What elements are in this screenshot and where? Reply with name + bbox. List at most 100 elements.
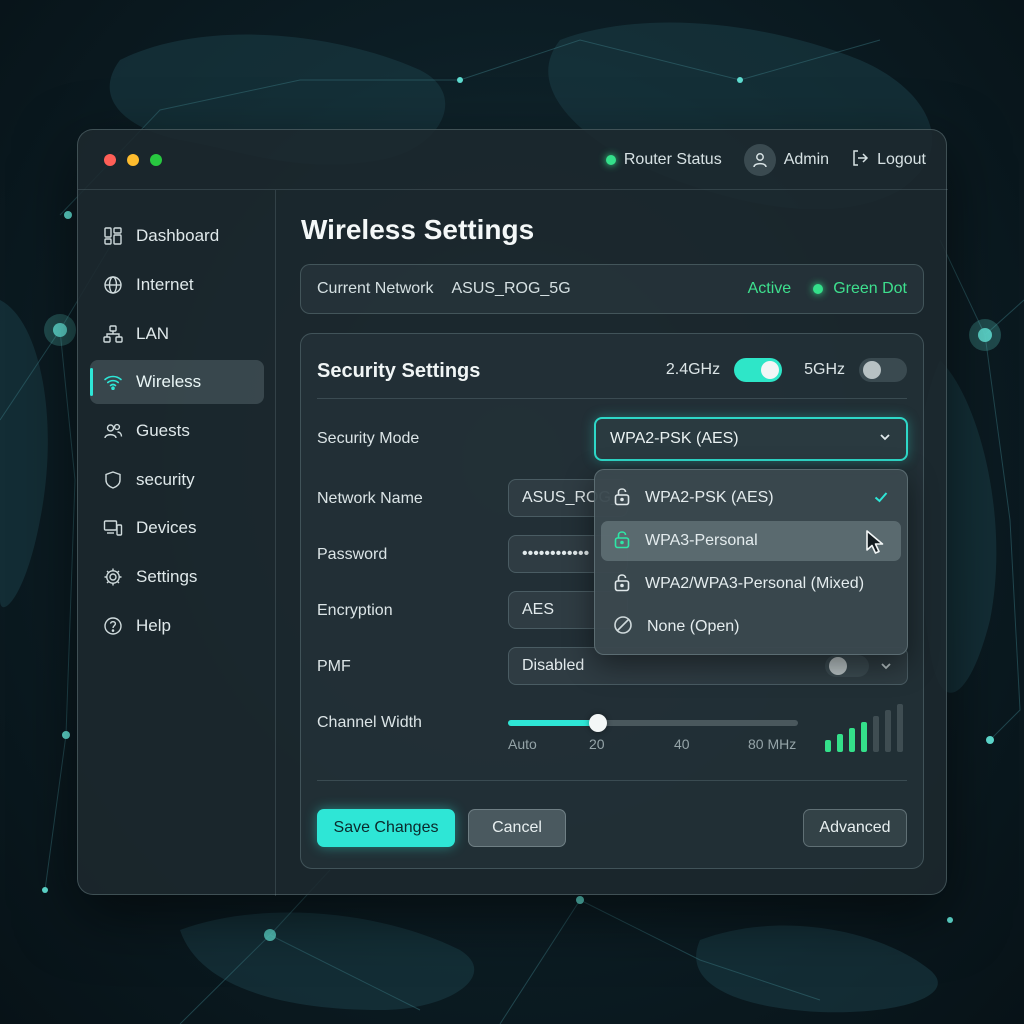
dropdown-option-wpa2-wpa3-mixed[interactable]: WPA2/WPA3-Personal (Mixed): [601, 564, 901, 604]
window-controls: [104, 154, 162, 166]
security-settings-title: Security Settings: [317, 360, 481, 382]
help-icon: [102, 615, 124, 637]
advanced-button[interactable]: Advanced: [803, 809, 907, 847]
no-entry-icon: [613, 615, 633, 640]
slider-tick-label: Auto: [508, 736, 537, 752]
channel-width-slider[interactable]: [508, 714, 798, 732]
encryption-value: AES: [522, 601, 555, 618]
sidebar-item-label: Wireless: [136, 372, 202, 391]
sidebar-nav: Dashboard Internet LAN Wireless Guests s…: [78, 190, 276, 896]
chevron-down-icon: [878, 430, 892, 449]
sidebar-item-devices[interactable]: Devices: [90, 506, 264, 550]
network-indicator-text: Green Dot: [833, 280, 907, 297]
dropdown-option-label: WPA3-Personal: [645, 532, 758, 549]
close-window-button[interactable]: [104, 154, 116, 166]
signal-bar: [825, 740, 831, 752]
guests-icon: [102, 420, 124, 442]
lock-icon: [613, 529, 631, 554]
window-titlebar: Router Status Admin Logout: [78, 130, 948, 190]
sidebar-item-wireless[interactable]: Wireless: [90, 360, 264, 404]
security-mode-value: WPA2-PSK (AES): [610, 430, 739, 447]
slider-tick-label: 80 MHz: [748, 736, 797, 752]
signal-bar: [873, 716, 879, 752]
user-icon: [743, 144, 776, 176]
save-changes-button[interactable]: Save Changes: [317, 809, 455, 847]
pmf-label: PMF: [317, 658, 351, 675]
band-5-label: 5GHz: [804, 361, 845, 378]
sidebar-item-settings[interactable]: Settings: [90, 555, 264, 599]
current-network-label: Current Network: [317, 280, 434, 297]
sidebar-item-label: security: [136, 470, 195, 489]
sidebar-item-security[interactable]: security: [90, 458, 264, 502]
sidebar-item-label: Guests: [136, 421, 190, 440]
logout-button[interactable]: Logout: [851, 149, 926, 172]
router-admin-window: Router Status Admin Logout Dashboard Int…: [77, 129, 948, 896]
header-actions: Router Status Admin Logout: [605, 144, 926, 176]
admin-label: Admin: [783, 151, 830, 168]
dropdown-option-label: None (Open): [647, 618, 740, 635]
lock-icon: [613, 572, 631, 597]
minimize-window-button[interactable]: [127, 154, 139, 166]
signal-strength-icon: [825, 704, 903, 752]
signal-bar: [861, 722, 867, 752]
security-settings-card: Security Settings 2.4GHz 5GHz Security M…: [300, 333, 924, 869]
dropdown-option-wpa3-personal[interactable]: WPA3-Personal: [601, 521, 901, 561]
status-dot-icon: [813, 284, 824, 294]
band-5-toggle[interactable]: [859, 358, 907, 382]
signal-bar: [897, 704, 903, 752]
pmf-value: Disabled: [522, 657, 585, 674]
security-mode-select[interactable]: WPA2-PSK (AES): [594, 417, 908, 461]
toggle-knob: [829, 657, 847, 675]
sidebar-item-lan[interactable]: LAN: [90, 312, 264, 356]
logout-icon: [851, 149, 869, 172]
slider-thumb[interactable]: [589, 714, 607, 732]
band-24-toggle[interactable]: [734, 358, 783, 382]
dropdown-option-wpa2-psk[interactable]: WPA2-PSK (AES): [601, 478, 901, 518]
signal-bar: [885, 710, 891, 752]
sidebar-item-label: Settings: [136, 567, 198, 586]
sidebar-item-label: Internet: [136, 275, 194, 294]
check-icon: [873, 489, 889, 510]
sidebar-item-label: Devices: [136, 518, 197, 537]
pmf-toggle[interactable]: [825, 655, 869, 677]
signal-bar: [837, 734, 843, 752]
signal-bar: [849, 728, 855, 752]
dropdown-option-label: WPA2/WPA3-Personal (Mixed): [645, 575, 865, 592]
slider-tick-label: 20: [589, 736, 605, 752]
network-name-label: Network Name: [317, 490, 423, 507]
cancel-button[interactable]: Cancel: [468, 809, 566, 847]
toggle-knob: [863, 361, 881, 379]
dropdown-option-none-open[interactable]: None (Open): [601, 607, 901, 647]
sidebar-item-help[interactable]: Help: [90, 604, 264, 648]
sidebar-item-internet[interactable]: Internet: [90, 263, 264, 307]
network-status-text: Active: [747, 280, 792, 297]
password-value: ••••••••••••: [522, 545, 590, 562]
router-status-link[interactable]: Router Status: [605, 151, 722, 169]
band-24-label: 2.4GHz: [665, 361, 721, 378]
admin-menu[interactable]: Admin: [743, 144, 830, 176]
current-network-bar: Current Network ASUS_ROG_5G Active Green…: [300, 264, 924, 314]
current-network-ssid: ASUS_ROG_5G: [451, 280, 571, 297]
channel-width-label: Channel Width: [317, 714, 422, 731]
sidebar-item-guests[interactable]: Guests: [90, 409, 264, 453]
logout-label: Logout: [877, 151, 926, 168]
toggle-knob: [761, 361, 780, 379]
security-mode-label: Security Mode: [317, 430, 420, 447]
maximize-window-button[interactable]: [150, 154, 162, 166]
sidebar-item-dashboard[interactable]: Dashboard: [90, 214, 264, 258]
router-status-label: Router Status: [623, 151, 722, 168]
dashboard-icon: [102, 225, 124, 247]
slider-tick-label: 40: [674, 736, 690, 752]
dropdown-option-label: WPA2-PSK (AES): [645, 489, 774, 506]
card-divider: [317, 398, 907, 399]
password-label: Password: [317, 546, 388, 563]
band-toggles: 2.4GHz 5GHz: [666, 358, 907, 382]
slider-fill: [508, 720, 598, 726]
mouse-pointer-icon: [865, 529, 887, 560]
shield-icon: [102, 469, 124, 491]
devices-icon: [102, 517, 124, 539]
chevron-down-icon: [879, 659, 893, 678]
page-title: Wireless Settings: [301, 214, 535, 245]
lan-icon: [102, 323, 124, 345]
gear-icon: [102, 566, 124, 588]
